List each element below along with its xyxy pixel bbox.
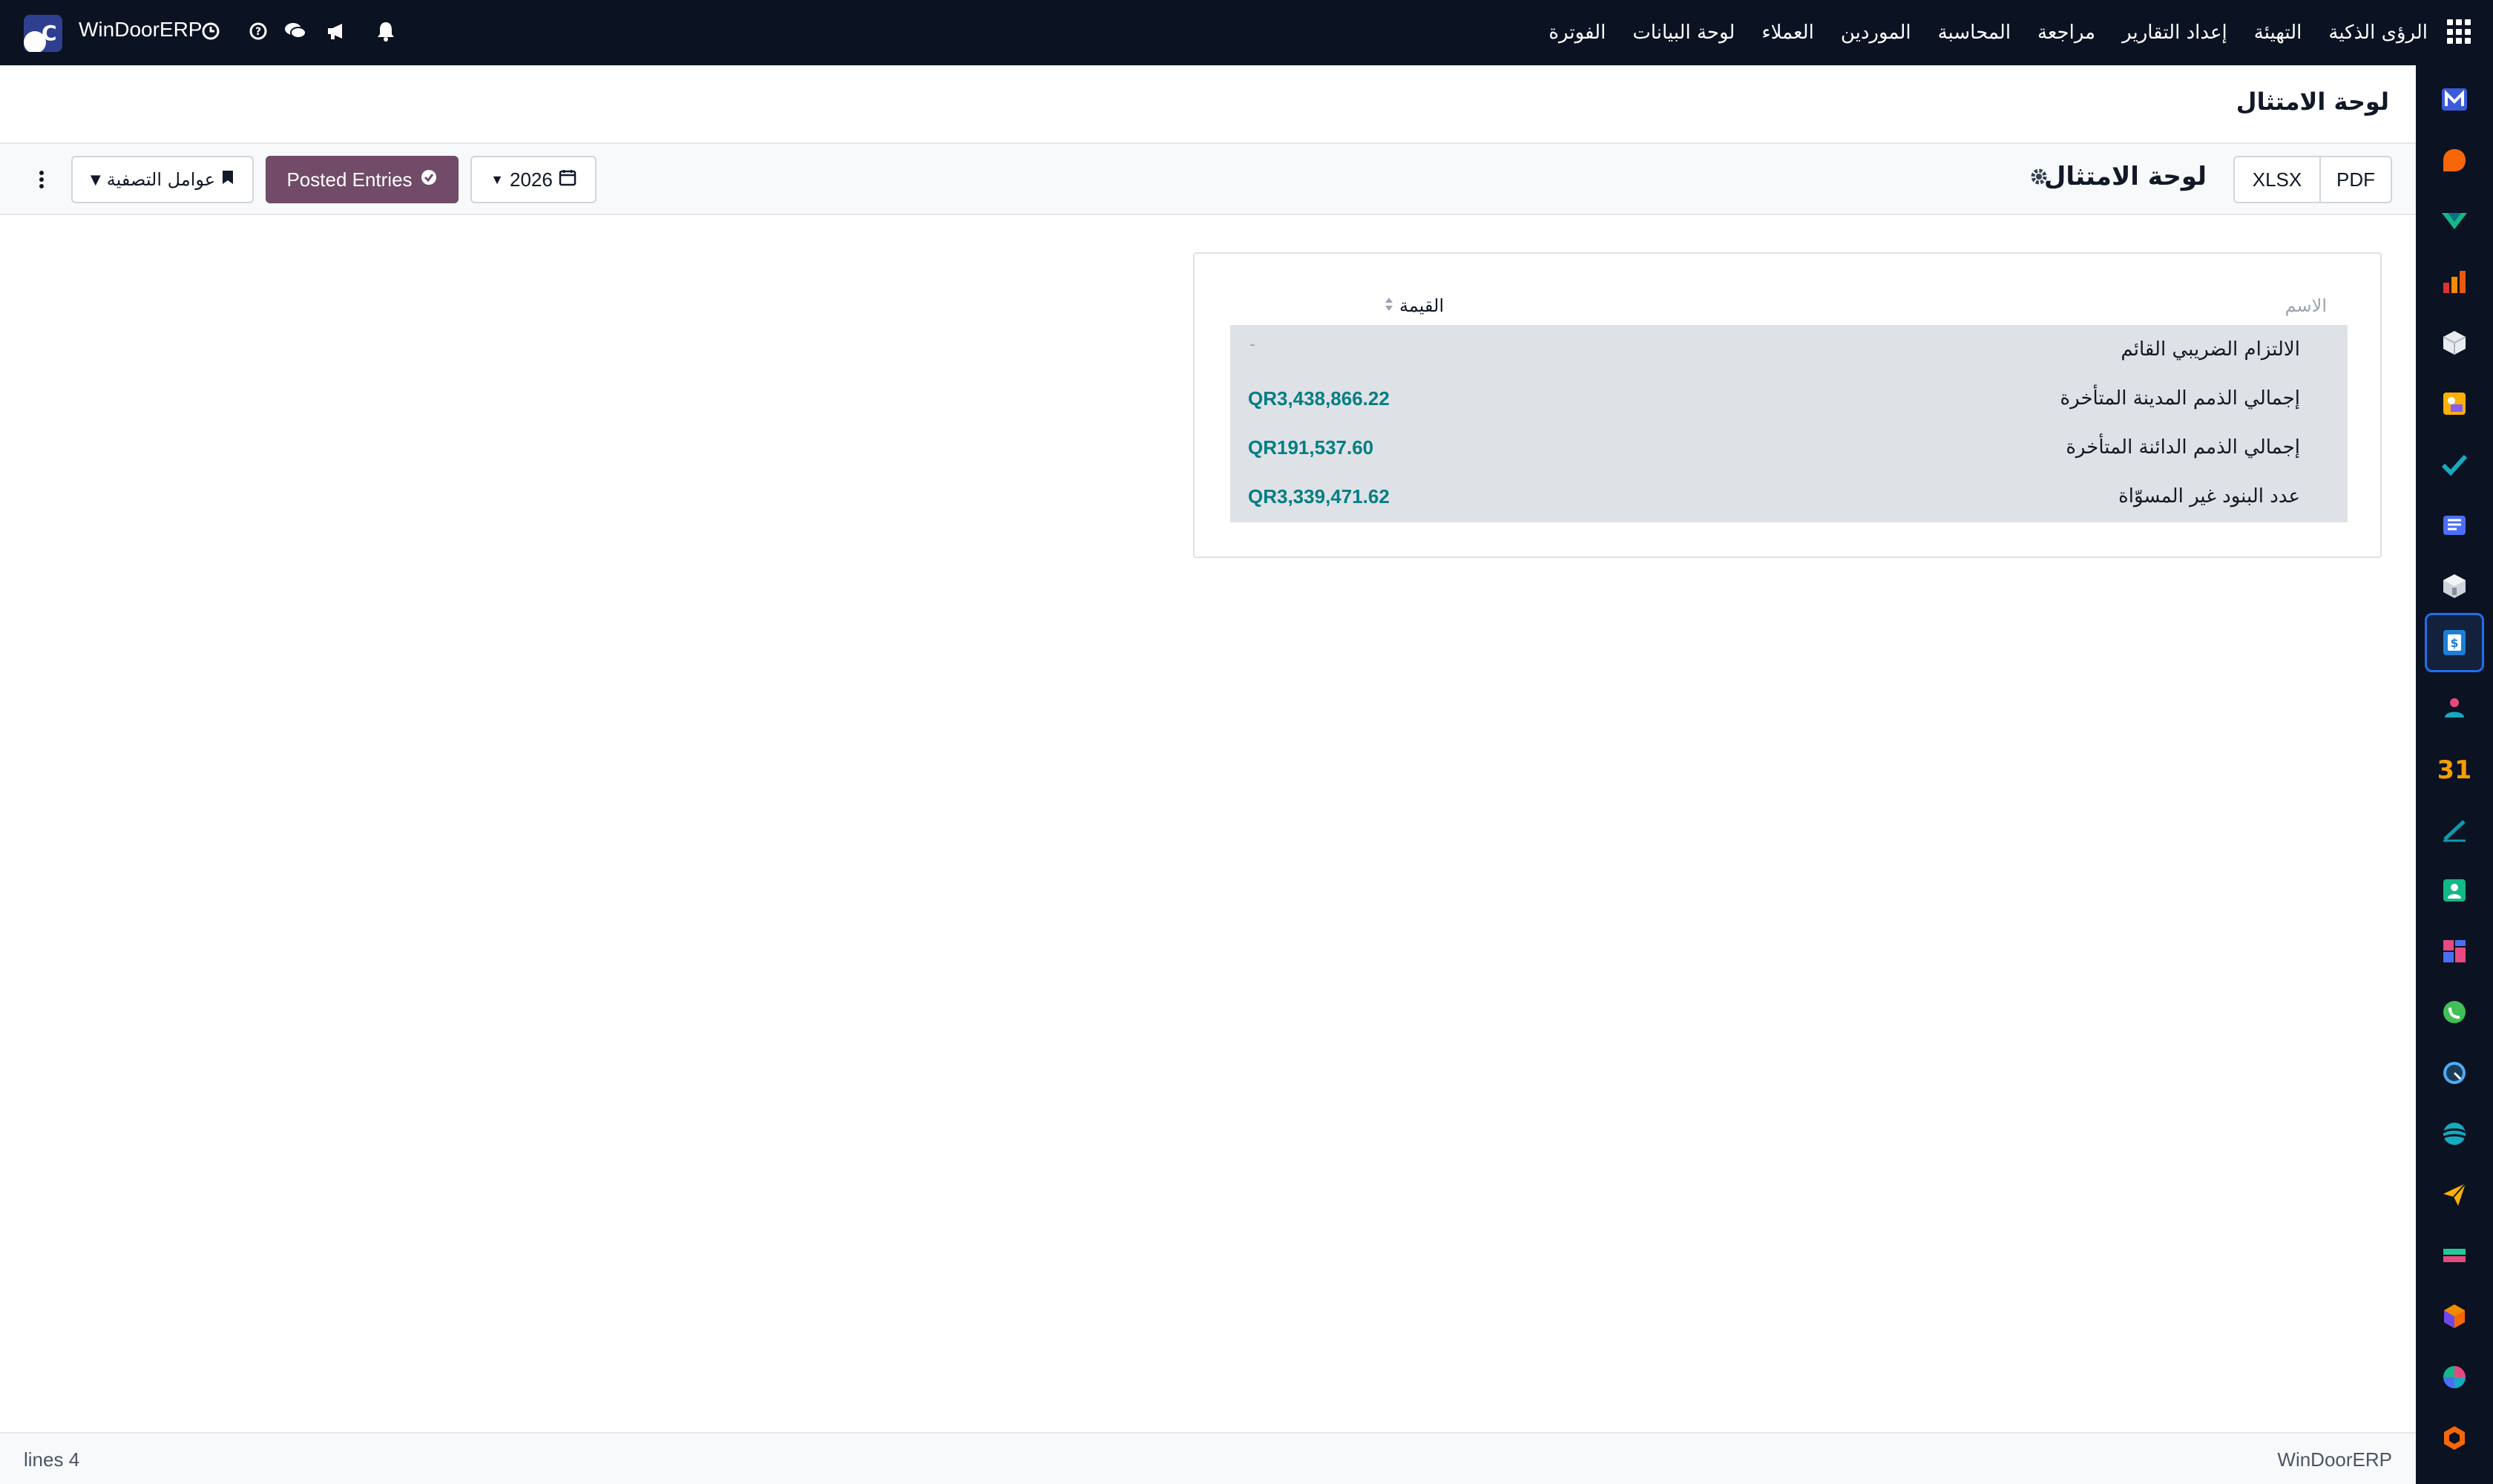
knowledge-app-icon[interactable]: [2435, 506, 2474, 545]
clock-icon[interactable]: [197, 16, 224, 46]
project-app-icon[interactable]: [2435, 202, 2474, 240]
row-value[interactable]: QR191,537.60: [1248, 436, 1373, 459]
table-row[interactable]: الالتزام الضريبي القائم -: [1230, 325, 2348, 374]
cube-app-icon[interactable]: [2435, 1297, 2474, 1336]
website-app-icon[interactable]: [2435, 1114, 2474, 1153]
svg-text:?: ?: [255, 26, 261, 38]
mail-app-icon[interactable]: [2435, 80, 2474, 119]
row-value[interactable]: QR3,339,471.62: [1248, 485, 1390, 508]
calendar-app-icon[interactable]: 31: [2435, 749, 2474, 788]
apps-grid-icon[interactable]: [2447, 19, 2472, 45]
row-name: إجمالي الذمم المدينة المتأخرة: [2060, 387, 2301, 410]
lines-count: lines 4: [24, 1448, 80, 1471]
email-marketing-app-icon[interactable]: [2435, 1175, 2474, 1214]
row-value-empty: -: [1249, 335, 1255, 354]
brand-logo[interactable]: C: [24, 15, 62, 52]
contacts-app-icon[interactable]: [2435, 689, 2474, 727]
employees-app-icon[interactable]: [2435, 871, 2474, 910]
row-name: عدد البنود غير المسوّاة: [2118, 485, 2300, 508]
sign-app-icon[interactable]: [2435, 810, 2474, 849]
accounting-app-icon[interactable]: $: [2425, 613, 2484, 672]
date-filter-button[interactable]: ▼ 2026: [470, 156, 597, 203]
posted-entries-button[interactable]: Posted Entries: [266, 156, 459, 203]
check-circle-icon: [420, 168, 438, 191]
pie-app-icon[interactable]: [2435, 1358, 2474, 1396]
reports-app-icon[interactable]: [2435, 263, 2474, 301]
report-rows: الالتزام الضريبي القائم - إجمالي الذمم ا…: [1230, 325, 2348, 522]
chat-icon[interactable]: [282, 16, 309, 46]
menu-item-customers[interactable]: العملاء: [1761, 22, 1813, 44]
menu-item-configuration[interactable]: التهيئة: [2254, 22, 2302, 44]
brand-name[interactable]: WinDoorERP: [79, 18, 202, 42]
report-title: لوحة الامتثال: [2043, 162, 2207, 191]
inventory-app-icon[interactable]: [2435, 324, 2474, 362]
column-header-value-label: القيمة: [1399, 295, 1445, 316]
menu-item-accounting[interactable]: المحاسبة: [1938, 22, 2011, 44]
help-icon[interactable]: ?: [245, 16, 272, 46]
megaphone-icon[interactable]: [323, 16, 350, 46]
pdf-button[interactable]: PDF: [2319, 156, 2392, 203]
row-value[interactable]: QR3,438,866.22: [1248, 387, 1390, 410]
xlsx-button[interactable]: XLSX: [2233, 156, 2321, 203]
column-header-name[interactable]: الاسم: [2285, 295, 2327, 316]
compliance-report-card: الاسم القيمة الالتزام الضريبي القائم - إ…: [1193, 252, 2382, 558]
bell-icon[interactable]: [372, 16, 399, 46]
row-name: إجمالي الذمم الدائنة المتأخرة: [2066, 436, 2300, 459]
dashboards-app-icon[interactable]: [2435, 932, 2474, 971]
main-menu: الفوترة لوحة البيانات العملاء الموردين ا…: [1548, 0, 2428, 65]
menu-item-reporting[interactable]: إعداد التقارير: [2122, 22, 2227, 44]
table-row[interactable]: إجمالي الذمم الدائنة المتأخرة QR191,537.…: [1230, 423, 2348, 472]
menu-item-smart-insights[interactable]: الرؤى الذكية: [2328, 22, 2428, 44]
menu-item-review[interactable]: مراجعة: [2037, 22, 2095, 44]
brand-logo-letter: C: [42, 21, 57, 45]
svg-text:31: 31: [2439, 755, 2470, 783]
box-app-icon[interactable]: [2435, 567, 2474, 605]
control-panel: PDF XLSX لوحة الامتثال ▼ 2026 Posted Ent…: [0, 144, 2416, 215]
whatsapp-app-icon[interactable]: [2435, 993, 2474, 1031]
tasks-app-icon[interactable]: [2435, 445, 2474, 484]
filters-button[interactable]: عوامل التصفية ▼: [71, 156, 254, 203]
date-filter-label: 2026: [509, 168, 553, 191]
sort-icon: [1385, 296, 1393, 316]
filters-label: عوامل التصفية: [106, 169, 216, 190]
clock-app-icon[interactable]: [2435, 1054, 2474, 1092]
discuss-app-icon[interactable]: [2435, 141, 2474, 180]
calendar-icon: [559, 168, 577, 191]
menu-item-invoicing[interactable]: الفوترة: [1548, 22, 1606, 44]
top-navbar: C WinDoorERP ? الفوترة لوحة البيانات الع…: [0, 0, 2493, 65]
menu-item-dashboard[interactable]: لوحة البيانات: [1632, 22, 1735, 44]
gear-icon[interactable]: [2024, 162, 2054, 191]
breadcrumb: لوحة الامتثال: [0, 65, 2416, 144]
menu-item-vendors[interactable]: الموردين: [1841, 22, 1911, 44]
footer-brand: WinDoorERP: [2277, 1448, 2392, 1471]
kebab-menu-icon[interactable]: [30, 162, 53, 197]
posted-entries-label: Posted Entries: [286, 168, 413, 191]
bookmark-icon: [221, 169, 234, 190]
hexagon-app-icon[interactable]: [2435, 1419, 2474, 1457]
status-footer: lines 4 WinDoorERP: [0, 1432, 2416, 1484]
svg-text:$: $: [2450, 636, 2458, 650]
payments-app-icon[interactable]: [2435, 1236, 2474, 1275]
row-name: الالتزام الضريبي القائم: [2121, 338, 2300, 361]
caret-down-icon: ▼: [490, 171, 504, 187]
table-row[interactable]: عدد البنود غير المسوّاة QR3,339,471.62: [1230, 472, 2348, 521]
column-header-value[interactable]: القيمة: [1385, 295, 1444, 316]
app-sidebar: $ 31: [2416, 65, 2493, 1484]
page-title: لوحة الامتثال: [2236, 88, 2389, 116]
caret-down-icon: ▼: [90, 171, 101, 188]
table-row[interactable]: إجمالي الذمم المدينة المتأخرة QR3,438,86…: [1230, 374, 2348, 423]
gallery-app-icon[interactable]: [2435, 384, 2474, 423]
